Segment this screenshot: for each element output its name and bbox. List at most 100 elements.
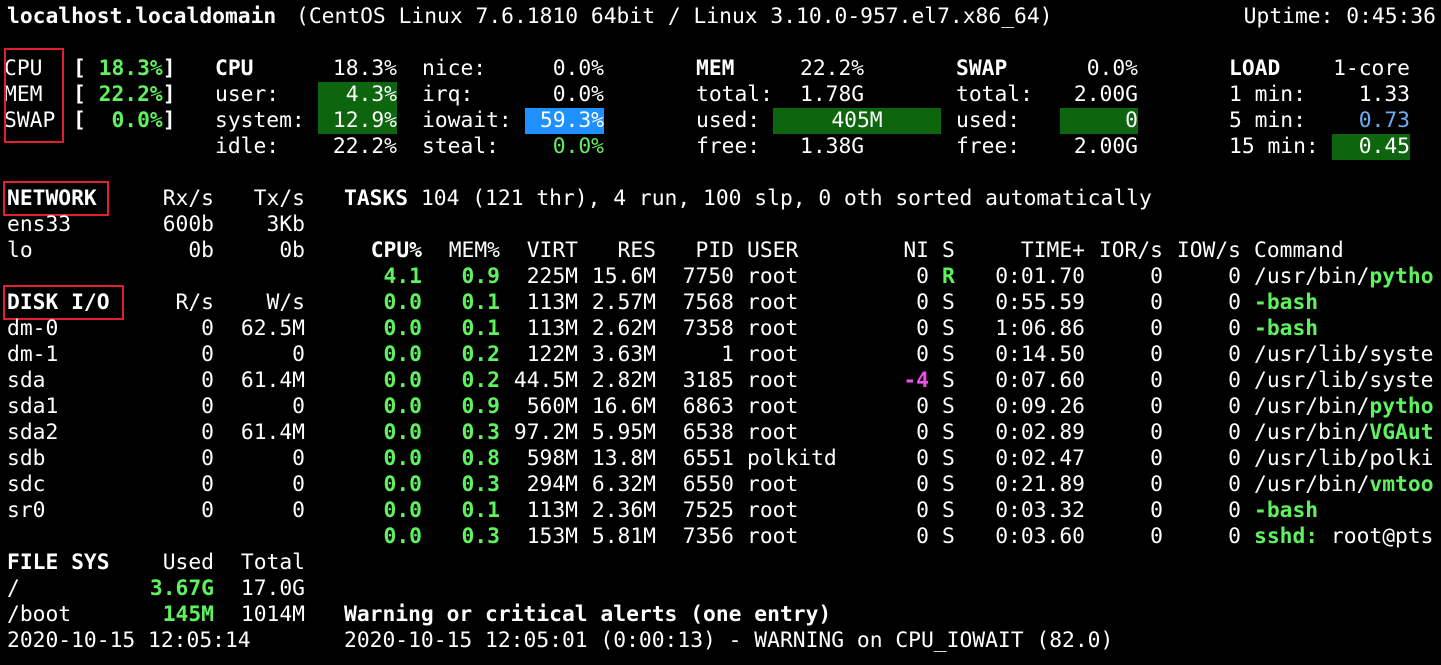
process-res: 5.95M — [591, 420, 656, 445]
process-mem: 0.1 — [461, 290, 500, 315]
process-command: /usr/bin/VGAut — [1254, 420, 1434, 445]
process-command: sshd: root@pts — [1254, 524, 1434, 549]
disk-read-value: 0 — [201, 420, 214, 445]
network-rx-value: 0b — [188, 238, 214, 263]
load-5min-label: 5 min: — [1229, 108, 1306, 133]
process-s: S — [942, 368, 955, 393]
cpu-system-label: system: — [215, 108, 305, 133]
process-header-cpu: CPU% — [370, 238, 422, 263]
load-1min-value: 1.33 — [1358, 82, 1410, 107]
fs-used-header: Used — [162, 550, 214, 575]
process-ni: 0 — [916, 524, 929, 549]
process-iow: 0 — [1228, 342, 1241, 367]
process-header-time: TIME+ — [1020, 238, 1085, 263]
disk-r-header: R/s — [175, 290, 214, 315]
process-user: root — [747, 498, 799, 523]
process-ior: 0 — [1150, 316, 1163, 341]
process-pid: 6863 — [682, 394, 734, 419]
process-ior: 0 — [1150, 368, 1163, 393]
process-ni: -4 — [903, 368, 929, 393]
process-res: 2.82M — [591, 368, 656, 393]
process-pid: 7356 — [682, 524, 734, 549]
process-mem: 0.9 — [461, 394, 500, 419]
process-time: 0:21.89 — [995, 472, 1085, 497]
process-header-s: S — [942, 238, 955, 263]
process-res: 13.8M — [591, 446, 656, 471]
swap-free-value: 2.00G — [1073, 134, 1138, 159]
process-time: 0:01.70 — [995, 264, 1085, 289]
tasks-text: 104 (121 thr), 4 run, 100 slp, 0 oth sor… — [420, 186, 1152, 211]
process-pid: 6550 — [682, 472, 734, 497]
disk-name: sdb — [7, 446, 46, 471]
quicklook-mem-bar: [ 22.2%] — [73, 82, 176, 107]
process-ior: 0 — [1150, 472, 1163, 497]
process-ni: 0 — [916, 342, 929, 367]
load-title: LOAD — [1229, 56, 1281, 81]
process-mem: 0.9 — [461, 264, 500, 289]
network-tx-header: Tx/s — [253, 186, 305, 211]
disk-name: sr0 — [7, 498, 46, 523]
network-rx-value: 600b — [162, 212, 214, 237]
cpu-title: CPU — [215, 56, 254, 81]
quicklook-cpu-bar: [ 18.3%] — [73, 56, 176, 81]
process-user: polkitd — [747, 446, 837, 471]
process-pid: 6538 — [682, 420, 734, 445]
process-time: 1:06.86 — [995, 316, 1085, 341]
process-virt: 97.2M — [513, 420, 578, 445]
cpu-steal-value: 0.0% — [552, 134, 604, 159]
process-ior: 0 — [1150, 394, 1163, 419]
disk-read-value: 0 — [201, 368, 214, 393]
process-res: 3.63M — [591, 342, 656, 367]
process-time: 0:07.60 — [995, 368, 1085, 393]
mem-used-value: 405M — [773, 108, 941, 134]
uptime: Uptime: 0:45:36 — [1243, 4, 1436, 29]
cpu-iowait-label: iowait: — [422, 108, 512, 133]
process-time: 0:02.47 — [995, 446, 1085, 471]
swap-total-label: total: — [956, 82, 1033, 107]
process-s: S — [942, 420, 955, 445]
tasks-title: TASKS — [344, 186, 409, 211]
process-header-virt: VIRT — [526, 238, 578, 263]
fs-total-header: Total — [240, 550, 305, 575]
process-cpu: 0.0 — [383, 524, 422, 549]
process-ior: 0 — [1150, 342, 1163, 367]
process-header-pid: PID — [695, 238, 734, 263]
process-s: S — [942, 498, 955, 523]
process-mem: 0.2 — [461, 368, 500, 393]
process-iow: 0 — [1228, 368, 1241, 393]
process-user: root — [747, 316, 799, 341]
process-mem: 0.1 — [461, 316, 500, 341]
process-cpu: 0.0 — [383, 316, 422, 341]
process-virt: 122M — [526, 342, 578, 367]
disk-write-value: 61.4M — [240, 368, 305, 393]
disk-write-value: 0 — [292, 394, 305, 419]
process-cpu: 0.0 — [383, 446, 422, 471]
process-s: S — [942, 316, 955, 341]
disk-name: sda — [7, 368, 46, 393]
mem-total-value: 1.78G — [800, 82, 865, 107]
cpu-total: 18.3% — [332, 56, 397, 81]
process-ni: 0 — [916, 420, 929, 445]
swap-title: SWAP — [956, 56, 1008, 81]
mem-used-label: used: — [696, 108, 761, 133]
alert-entry: 2020-10-15 12:05:01 (0:00:13) - WARNING … — [344, 628, 1114, 653]
fs-mount: / — [7, 576, 20, 601]
swap-used-value: 0 — [1060, 108, 1138, 134]
process-res: 15.6M — [591, 264, 656, 289]
disk-name: dm-1 — [7, 342, 59, 367]
process-command: /usr/bin/pytho — [1254, 394, 1434, 419]
timestamp: 2020-10-15 12:05:14 — [7, 628, 251, 653]
disk-name: sda1 — [7, 394, 59, 419]
fs-used-value: 145M — [162, 602, 214, 627]
process-command: /usr/lib/syste — [1254, 368, 1434, 393]
process-ni: 0 — [916, 316, 929, 341]
process-user: root — [747, 264, 799, 289]
disk-write-value: 61.4M — [240, 420, 305, 445]
process-cpu: 0.0 — [383, 472, 422, 497]
process-mem: 0.1 — [461, 498, 500, 523]
process-header-user: USER — [747, 238, 799, 263]
process-iow: 0 — [1228, 264, 1241, 289]
process-user: root — [747, 524, 799, 549]
process-user: root — [747, 290, 799, 315]
process-ior: 0 — [1150, 290, 1163, 315]
